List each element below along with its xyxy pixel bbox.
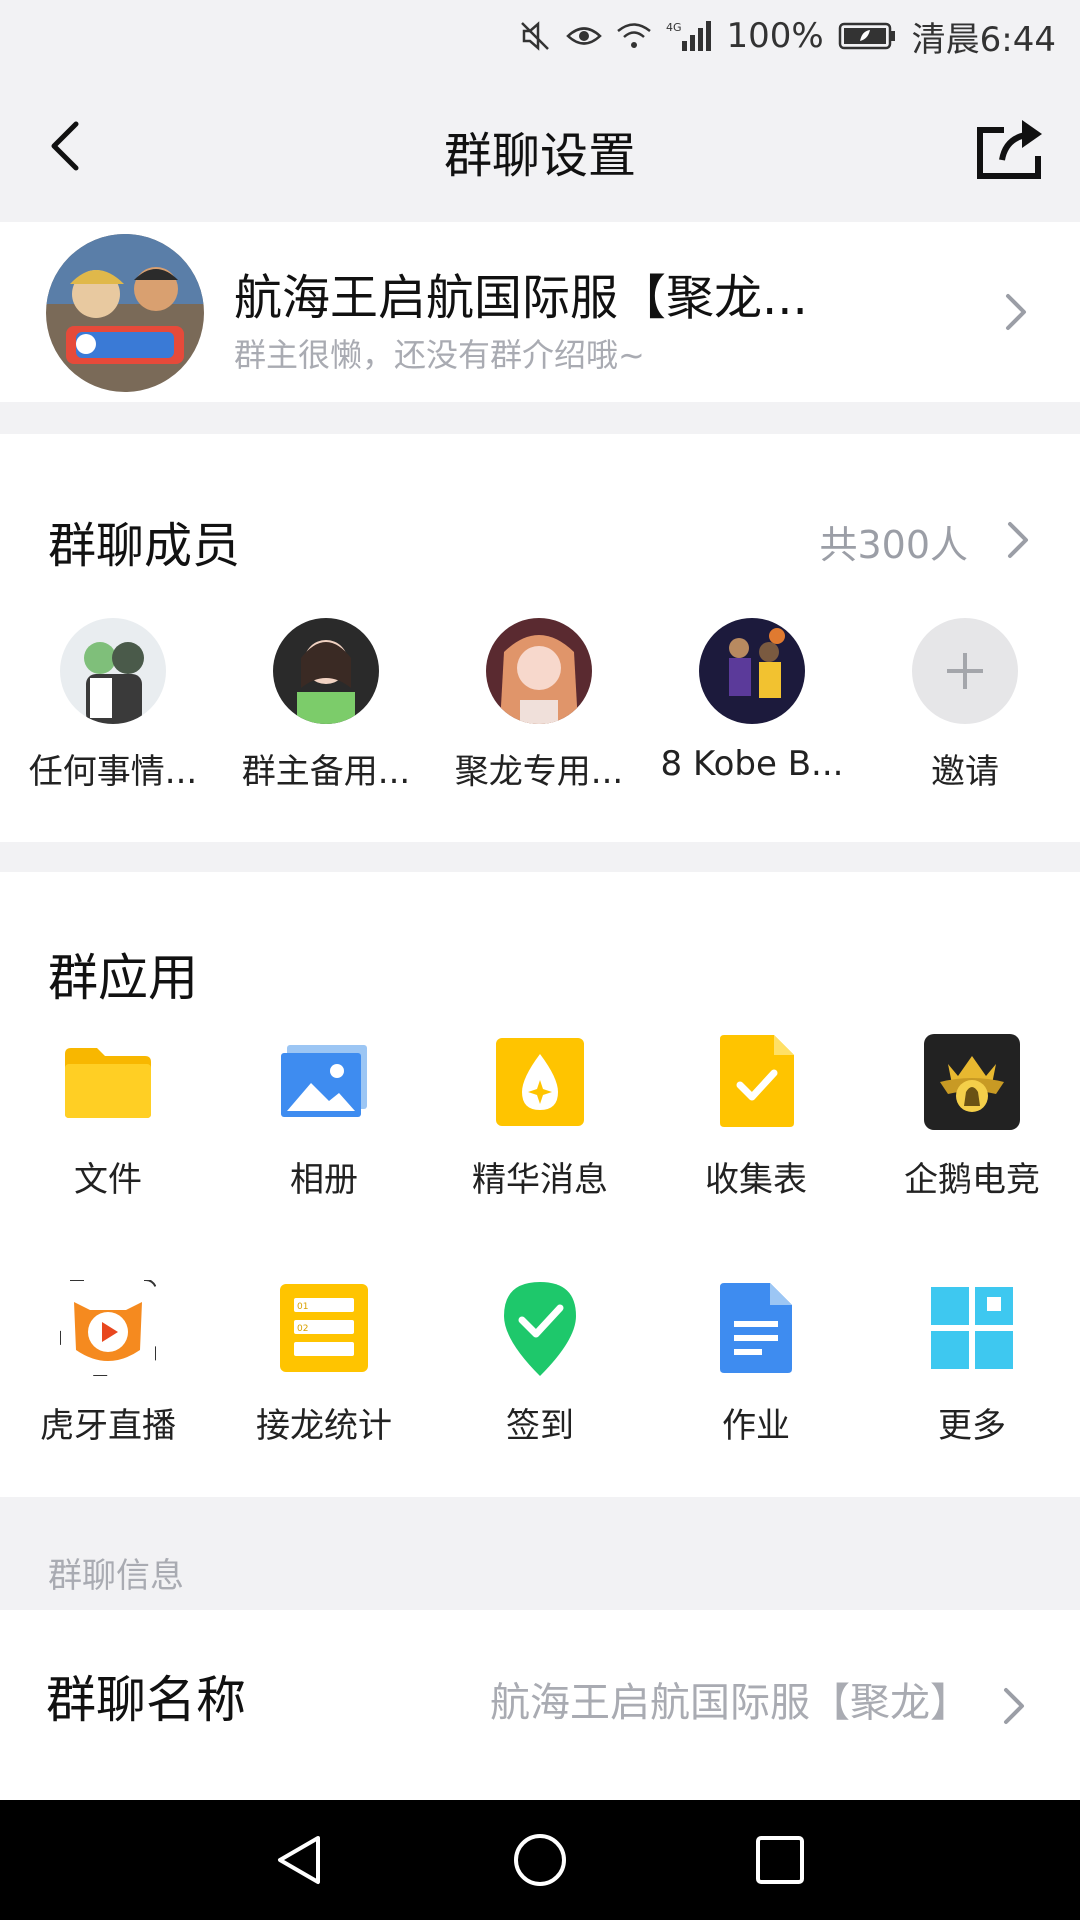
member-avatar [60, 618, 166, 724]
app-label: 企鹅电竞 [904, 1160, 1040, 1200]
svg-text:01: 01 [297, 1302, 308, 1312]
app-label: 作业 [722, 1406, 790, 1446]
chevron-right-icon[interactable] [1004, 518, 1034, 562]
app-label: 文件 [74, 1160, 142, 1200]
huya-icon [58, 1278, 158, 1378]
app-check-in[interactable]: 签到 [432, 1278, 648, 1447]
member-item[interactable]: 群主备用... [221, 618, 431, 793]
nav-recents-button[interactable] [750, 1830, 810, 1890]
share-icon [977, 120, 1042, 179]
eye-icon [566, 21, 603, 51]
app-solitaire-stats[interactable]: 01 02 接龙统计 [216, 1278, 432, 1447]
group-name-value: 航海王启航国际服【聚龙】 [490, 1680, 970, 1726]
nav-back-button[interactable] [270, 1830, 330, 1890]
member-name: 群主备用... [241, 752, 411, 792]
solitaire-icon: 01 02 [274, 1278, 374, 1378]
member-name: 聚龙专用... [454, 752, 624, 792]
app-label: 更多 [938, 1406, 1006, 1446]
signal-4g-icon: 4G [666, 19, 712, 53]
square-recents-icon [756, 1836, 804, 1884]
group-avatar [46, 234, 204, 392]
members-title: 群聊成员 [48, 518, 241, 574]
chevron-right-icon [1006, 294, 1026, 330]
member-item[interactable]: 8 Kobe B... [647, 618, 857, 784]
status-bar: 4G 100% 清晨6:44 [0, 0, 1080, 72]
triangle-back-icon [278, 1836, 320, 1884]
app-label: 签到 [506, 1406, 574, 1446]
member-item[interactable]: 聚龙专用... [434, 618, 644, 793]
circle-home-icon [514, 1834, 566, 1886]
app-album[interactable]: 相册 [216, 1032, 432, 1201]
chevron-right-icon [1004, 1688, 1024, 1724]
folder-icon [58, 1032, 158, 1132]
group-name: 航海王启航国际服【聚龙... [234, 270, 808, 326]
form-icon [706, 1032, 806, 1132]
wifi-icon [616, 21, 652, 51]
app-penguin-esports[interactable]: 企鹅电竞 [864, 1032, 1080, 1201]
member-avatar [699, 618, 805, 724]
group-description: 群主很懒，还没有群介绍哦~ [234, 336, 645, 374]
section-header-group-info: 群聊信息 [48, 1556, 184, 1596]
member-item[interactable]: 任何事情... [8, 618, 218, 793]
member-name: 8 Kobe B... [660, 744, 844, 784]
group-profile-card[interactable]: 航海王启航国际服【聚龙... 群主很懒，还没有群介绍哦~ [0, 222, 1080, 402]
battery-percent: 100% [726, 16, 824, 56]
app-label: 精华消息 [472, 1160, 608, 1200]
battery-icon [838, 21, 898, 51]
clock: 清晨6:44 [911, 19, 1056, 60]
members-section: 群聊成员 共300人 任何事情... 群主备用... 聚龙专用... 8 Kob… [0, 434, 1080, 842]
app-more[interactable]: 更多 [864, 1278, 1080, 1447]
group-apps-section: 群应用 文件 相册 精华消息 收集表 企鹅电竞 虎牙直播 01 02 接龙统计 … [0, 872, 1080, 1497]
more-grid-icon [922, 1278, 1022, 1378]
group-name-label: 群聊名称 [46, 1671, 246, 1729]
app-label: 虎牙直播 [40, 1406, 176, 1446]
app-homework[interactable]: 作业 [648, 1278, 864, 1447]
mute-icon [518, 19, 552, 53]
app-huya-live[interactable]: 虎牙直播 [0, 1278, 216, 1447]
app-collection-form[interactable]: 收集表 [648, 1032, 864, 1201]
app-label: 相册 [290, 1160, 358, 1200]
checkin-icon [490, 1278, 590, 1378]
share-button[interactable] [974, 112, 1050, 182]
member-avatar [273, 618, 379, 724]
app-files[interactable]: 文件 [0, 1032, 216, 1201]
members-count[interactable]: 共300人 [819, 514, 968, 569]
group-name-row[interactable]: 群聊名称 航海王启航国际服【聚龙】 [0, 1610, 1080, 1800]
invite-label: 邀请 [931, 752, 999, 792]
esports-icon [922, 1032, 1022, 1132]
app-label: 收集表 [705, 1160, 807, 1200]
member-name: 任何事情... [28, 752, 198, 792]
album-icon [274, 1032, 374, 1132]
system-nav-bar [0, 1800, 1080, 1920]
apps-title: 群应用 [48, 949, 198, 1007]
homework-icon [706, 1278, 806, 1378]
page-title: 群聊设置 [443, 128, 636, 184]
invite-member-button[interactable]: 邀请 [860, 618, 1070, 793]
app-essence-messages[interactable]: 精华消息 [432, 1032, 648, 1201]
essence-icon [490, 1032, 590, 1132]
member-avatar [486, 618, 592, 724]
svg-text:02: 02 [297, 1324, 308, 1334]
plus-icon [912, 618, 1018, 724]
app-label: 接龙统计 [256, 1406, 392, 1446]
svg-text:4G: 4G [666, 21, 682, 34]
header: 群聊设置 [0, 72, 1080, 222]
nav-home-button[interactable] [510, 1830, 570, 1890]
